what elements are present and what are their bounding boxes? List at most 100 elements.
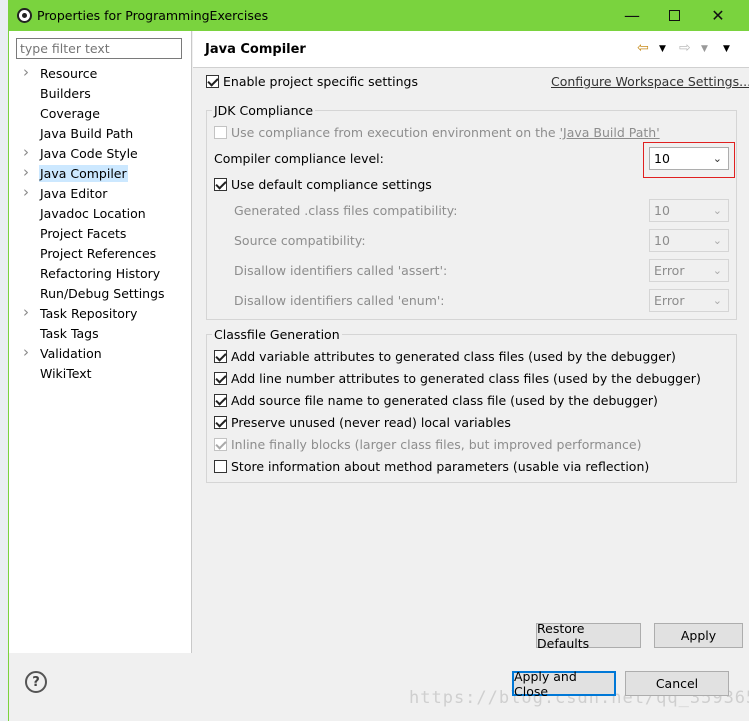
add-line-number-checkbox[interactable] [214,372,227,385]
enum-label: Disallow identifiers called 'enum': [234,293,445,308]
apply-and-close-button[interactable]: Apply and Close [512,669,616,699]
page-header: Java Compiler ⇦ ▼ ⇨ ▼ ▼ [193,31,749,68]
use-compliance-env-checkbox[interactable] [214,126,227,139]
tree-item[interactable]: Project Facets [9,224,191,244]
generated-compat-select[interactable]: 10 ⌄ [649,199,729,222]
generated-compat-value: 10 [654,203,670,218]
tree-item[interactable]: Project References [9,244,191,264]
tree-item[interactable]: WikiText [9,364,191,384]
tree-item-label: Resource [40,66,98,81]
annotation-highlight-box [643,142,735,178]
tree-item-label: WikiText [40,366,92,381]
tree-item[interactable]: Run/Debug Settings [9,284,191,304]
tree-item-label: Task Repository [40,306,138,321]
tree-item-label: Java Compiler [39,165,128,182]
inline-finally-label: Inline finally blocks (larger class file… [231,437,642,452]
tree-item[interactable]: Javadoc Location [9,204,191,224]
source-compat-select[interactable]: 10 ⌄ [649,229,729,252]
tree-item[interactable]: Coverage [9,104,191,124]
assert-label: Disallow identifiers called 'assert': [234,263,448,278]
chevron-down-icon: ⌄ [712,264,722,277]
use-default-compliance-checkbox[interactable] [214,178,227,191]
background-window-edge [0,0,8,721]
cancel-button[interactable]: Cancel [625,671,729,696]
tree-item[interactable]: Builders [9,84,191,104]
use-compliance-env-label: Use compliance from execution environmen… [231,125,660,140]
expand-arrow-icon[interactable]: › [23,343,29,361]
tree-item[interactable]: › Validation [9,343,191,364]
title-bar: Properties for ProgrammingExercises — ✕ [9,0,749,31]
minimize-icon: — [624,6,640,25]
add-source-file-checkbox[interactable] [214,394,227,407]
tree-item-label: Task Tags [40,326,99,341]
assert-value: Error [654,263,685,278]
properties-dialog: Properties for ProgrammingExercises — ✕ … [8,0,749,721]
expand-arrow-icon[interactable]: › [23,303,29,321]
restore-defaults-button[interactable]: Restore Defaults [536,621,641,651]
tree-item-label: Project Facets [40,226,127,241]
tree-item-label: Validation [40,346,102,361]
source-compat-value: 10 [654,233,670,248]
forward-arrow-icon[interactable]: ⇨ [679,40,691,56]
help-icon[interactable]: ? [25,671,47,693]
java-build-path-link[interactable]: 'Java Build Path' [560,125,660,140]
preserve-unused-label: Preserve unused (never read) local varia… [231,415,511,430]
expand-arrow-icon[interactable]: › [23,63,29,81]
store-method-params-label: Store information about method parameter… [231,459,650,474]
tree-item[interactable]: Task Tags [9,324,191,344]
page-title: Java Compiler [205,42,306,57]
add-variable-attributes-checkbox[interactable] [214,350,227,363]
generated-compat-label: Generated .class files compatibility: [234,203,458,218]
tree-item-label: Refactoring History [40,266,161,281]
tree-item-label: Run/Debug Settings [40,286,165,301]
use-compliance-env-text: Use compliance from execution environmen… [231,125,560,140]
dialog-button-bar: ? https://blog.csdn.net/qq_35936599 Appl… [9,653,749,721]
source-compat-label: Source compatibility: [234,233,366,248]
back-menu-chevron-icon[interactable]: ▼ [659,44,666,54]
maximize-icon [668,10,680,21]
tree-item[interactable]: Refactoring History [9,264,191,284]
tree-item-label: Builders [40,86,91,101]
classfile-generation-label: Classfile Generation [212,327,342,342]
enable-project-specific-checkbox[interactable] [206,75,219,88]
close-icon: ✕ [711,6,725,25]
tree-item[interactable]: › Java Code Style [9,143,191,164]
tree-item-label: Java Build Path [40,126,134,141]
preserve-unused-checkbox[interactable] [214,416,227,429]
tree-item-label: Coverage [40,106,100,121]
jdk-compliance-label: JDK Compliance [212,103,316,118]
tree-item-label: Javadoc Location [40,206,146,221]
maximize-button[interactable] [651,0,697,31]
apply-button[interactable]: Apply [654,623,743,648]
tree-item[interactable]: › Task Repository [9,303,191,324]
minimize-button[interactable]: — [609,0,655,31]
tree-item[interactable]: › Java Editor [9,183,191,204]
expand-arrow-icon[interactable]: › [23,183,29,201]
chevron-down-icon: ⌄ [712,294,722,307]
close-button[interactable]: ✕ [695,0,741,31]
add-variable-attributes-label: Add variable attributes to generated cla… [231,349,676,364]
enum-value: Error [654,293,685,308]
configure-workspace-link[interactable]: Configure Workspace Settings... [551,74,749,89]
eclipse-icon [17,8,32,23]
window-title: Properties for ProgrammingExercises [37,8,269,23]
tree-item-label: Java Code Style [40,146,138,161]
tree-item[interactable]: › Java Compiler [9,163,191,184]
chevron-down-icon: ⌄ [712,234,722,247]
expand-arrow-icon[interactable]: › [23,163,29,181]
view-menu-icon[interactable]: ▼ [723,44,730,54]
filter-input[interactable] [16,38,182,59]
tree-item[interactable]: › Resource [9,63,191,84]
preference-page: Java Compiler ⇦ ▼ ⇨ ▼ ▼ Enable project s… [193,31,749,653]
inline-finally-checkbox[interactable] [214,438,227,451]
chevron-down-icon: ⌄ [712,204,722,217]
assert-select[interactable]: Error ⌄ [649,259,729,282]
enum-select[interactable]: Error ⌄ [649,289,729,312]
back-arrow-icon[interactable]: ⇦ [637,40,649,56]
tree-item[interactable]: Java Build Path [9,124,191,144]
use-default-compliance-label: Use default compliance settings [231,177,432,192]
store-method-params-checkbox[interactable] [214,460,227,473]
compliance-level-label: Compiler compliance level: [214,151,384,166]
forward-menu-chevron-icon[interactable]: ▼ [701,44,708,54]
expand-arrow-icon[interactable]: › [23,143,29,161]
